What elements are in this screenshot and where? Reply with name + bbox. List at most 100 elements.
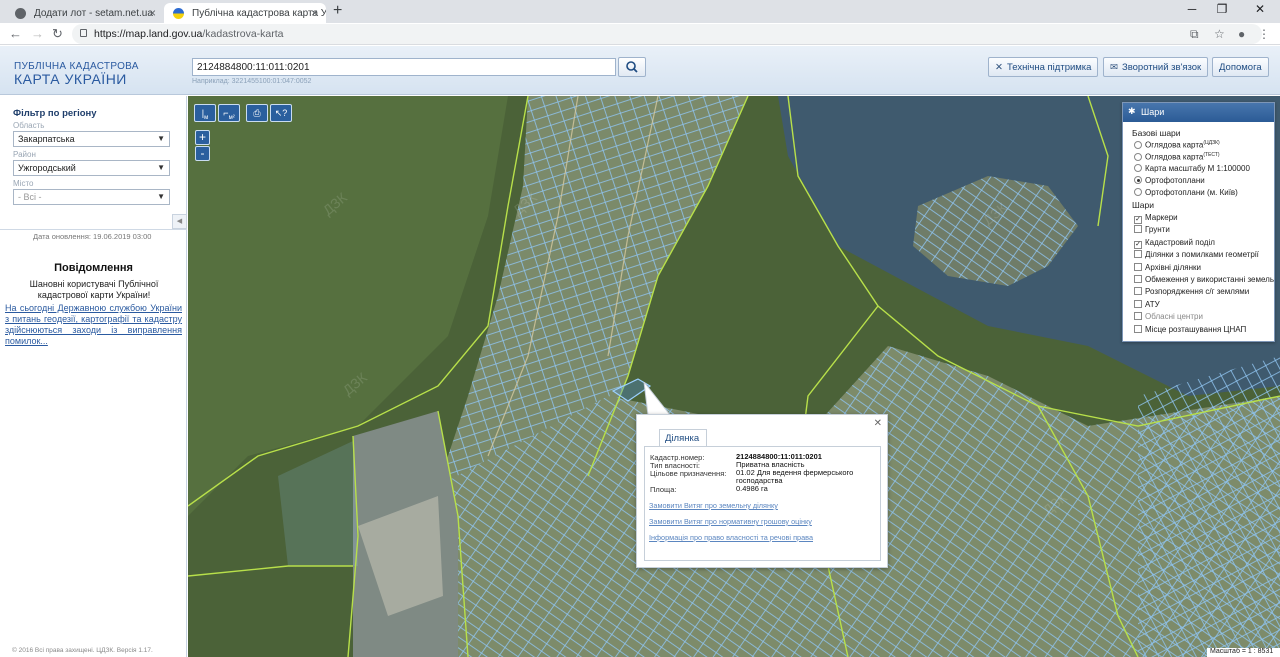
overlay-layer-option[interactable]: Обмеження у використанні земель	[1134, 275, 1274, 284]
checkbox[interactable]	[1134, 225, 1142, 234]
checkbox[interactable]	[1134, 287, 1142, 296]
lock-icon	[80, 29, 87, 37]
overlay-layer-option[interactable]: Місце розташування ЦНАП	[1134, 324, 1246, 334]
measure-area-button[interactable]: ⌐м²	[218, 104, 240, 122]
radio-button[interactable]	[1134, 140, 1142, 149]
overlay-layer-option[interactable]: Обласні центри	[1134, 312, 1203, 321]
envelope-icon: ✉	[1110, 62, 1118, 73]
browser-toolbar: ← → ↻ https://map.land.gov.ua/kadastrova…	[0, 23, 1280, 45]
overlay-layers-heading: Шари	[1132, 200, 1154, 210]
menu-icon[interactable]: ⋮	[1258, 27, 1270, 41]
layer-source-tag: (ЦДЗК)	[1203, 140, 1220, 146]
overlay-layer-option[interactable]: Грунти	[1134, 225, 1170, 234]
overlay-layer-option[interactable]: Архівні ділянки	[1134, 262, 1201, 272]
zoom-out-button[interactable]: -	[195, 146, 210, 161]
close-tab-icon[interactable]: ×	[149, 6, 156, 20]
radio-button[interactable]	[1134, 188, 1142, 196]
layer-label: Обмеження у використанні земель	[1145, 275, 1274, 284]
layer-label: Ортофотоплани	[1145, 176, 1205, 185]
base-layer-option[interactable]: Ортофотоплани	[1134, 176, 1205, 185]
close-icon[interactable]: ✕	[874, 418, 882, 429]
overlay-layer-option[interactable]: ✓ Маркери	[1134, 213, 1178, 224]
restore-icon[interactable]: ❐	[1207, 2, 1237, 16]
raion-select[interactable]: Ужгородський ▼	[13, 160, 170, 176]
printer-icon: ⎙	[253, 108, 261, 118]
layer-label: Ділянки з помилками геометрії	[1145, 250, 1259, 260]
reload-icon[interactable]: ↻	[52, 26, 63, 42]
tab-parcel[interactable]: Ділянка	[659, 429, 707, 446]
checkbox[interactable]: ✓	[1134, 216, 1142, 224]
app-header: ПУБЛІЧНА КАДАСТРОВА КАРТА УКРАЇНИ Наприк…	[0, 46, 1280, 95]
print-button[interactable]: ⎙	[246, 104, 268, 122]
filter-title: Фільтр по регіону	[13, 108, 97, 119]
browser-tab-setam[interactable]: Додати лот - setam.net.ua ×	[6, 3, 164, 23]
ownership-info-link[interactable]: Інформація про право власності та речові…	[649, 533, 813, 542]
layer-source-tag: (ТЕСТ)	[1203, 152, 1220, 158]
layer-label: Кадастровий поділ	[1145, 237, 1215, 247]
dropdown-arrow-icon: ▼	[157, 134, 165, 143]
logo-line2: КАРТА УКРАЇНИ	[14, 71, 127, 87]
account-icon[interactable]: ●	[1238, 27, 1245, 41]
back-icon[interactable]: ←	[9, 26, 22, 41]
tab-title: Додати лот - setam.net.ua	[34, 8, 153, 19]
misto-select[interactable]: - Всі - ▼	[13, 189, 170, 205]
checkbox[interactable]	[1134, 262, 1142, 271]
gear-icon: ✱	[1128, 106, 1136, 116]
overlay-layer-option[interactable]: ✓ Кадастровий поділ	[1134, 238, 1215, 249]
radio-button[interactable]	[1134, 176, 1142, 184]
dropdown-arrow-icon: ▼	[157, 192, 165, 201]
overlay-layer-option[interactable]: АТУ	[1134, 299, 1160, 309]
area-value: 0.4986 га	[736, 484, 768, 493]
radio-button[interactable]	[1134, 152, 1142, 161]
feedback-button[interactable]: ✉ Зворотний зв'язок	[1103, 57, 1209, 77]
globe-icon	[15, 8, 26, 19]
support-button[interactable]: ✕ Технічна підтримка	[988, 57, 1099, 77]
checkbox[interactable]	[1134, 299, 1142, 308]
map-canvas[interactable]: ДЗК ДЗК ДЗК ДЗК ДЗК	[188, 96, 1280, 657]
address-bar[interactable]: https://map.land.gov.ua/kadastrova-karta…	[72, 24, 1270, 44]
ukraine-flag-icon	[173, 8, 184, 19]
cadastre-search-input[interactable]	[192, 58, 616, 76]
collapse-panel-button[interactable]: ◀	[172, 214, 187, 229]
checkbox[interactable]	[1134, 275, 1142, 283]
checkbox[interactable]	[1134, 312, 1142, 321]
layer-label: Розпорядження с/г землями	[1145, 287, 1250, 297]
base-layer-option[interactable]: Карта масштабу М 1:100000	[1134, 164, 1250, 173]
new-tab-icon[interactable]: +	[333, 2, 342, 20]
base-layer-option[interactable]: Ортофотоплани (м. Київ)	[1134, 188, 1238, 197]
url-text: https://map.land.gov.ua/kadastrova-karta	[94, 28, 284, 40]
misto-label: Місто	[13, 179, 34, 188]
popup-pointer	[643, 382, 672, 416]
measure-distance-button[interactable]: |м	[194, 104, 216, 122]
close-window-icon[interactable]: ✕	[1245, 2, 1275, 16]
minimize-icon[interactable]: ─	[1177, 2, 1207, 16]
translate-icon[interactable]: ⧉	[1190, 27, 1199, 42]
radio-button[interactable]	[1134, 164, 1142, 172]
checkbox[interactable]	[1134, 250, 1142, 259]
base-layer-option[interactable]: Оглядова карта(ТЕСТ)	[1134, 152, 1220, 162]
base-layer-option[interactable]: Оглядова карта(ЦДЗК)	[1134, 140, 1220, 150]
checkbox[interactable]: ✓	[1134, 240, 1142, 249]
overlay-layer-option[interactable]: Ділянки з помилками геометрії	[1134, 250, 1259, 259]
checkbox[interactable]	[1134, 324, 1142, 333]
help-button[interactable]: Допомога	[1212, 57, 1269, 77]
field-label: Площа:	[650, 485, 677, 494]
layer-label: Оглядова карта	[1145, 140, 1204, 150]
overlay-layer-option[interactable]: Розпорядження с/г землями	[1134, 287, 1249, 296]
dropdown-arrow-icon: ▼	[157, 163, 165, 172]
layer-label: Грунти	[1145, 225, 1170, 235]
tab-title: Публічна кадастрова карта Укр	[192, 8, 326, 19]
browser-tab-kadastr[interactable]: Публічна кадастрова карта Укр ×	[164, 3, 326, 23]
layers-header[interactable]: ✱ Шари	[1123, 103, 1274, 122]
close-tab-icon[interactable]: ×	[311, 6, 318, 20]
identify-button[interactable]: ↖?	[270, 104, 292, 122]
zoom-in-button[interactable]: +	[195, 130, 210, 145]
oblast-select[interactable]: Закарпатська ▼	[13, 131, 170, 147]
order-extract-link[interactable]: Замовити Витяг про земельну ділянку	[649, 501, 778, 510]
search-icon	[626, 61, 638, 73]
bookmark-star-icon[interactable]: ☆	[1214, 27, 1225, 41]
search-button[interactable]	[618, 57, 646, 77]
notice-link[interactable]: На сьогодні Державною службою України з …	[5, 303, 182, 347]
forward-icon[interactable]: →	[31, 26, 44, 41]
order-valuation-link[interactable]: Замовити Витяг про нормативну грошову оц…	[649, 517, 812, 526]
